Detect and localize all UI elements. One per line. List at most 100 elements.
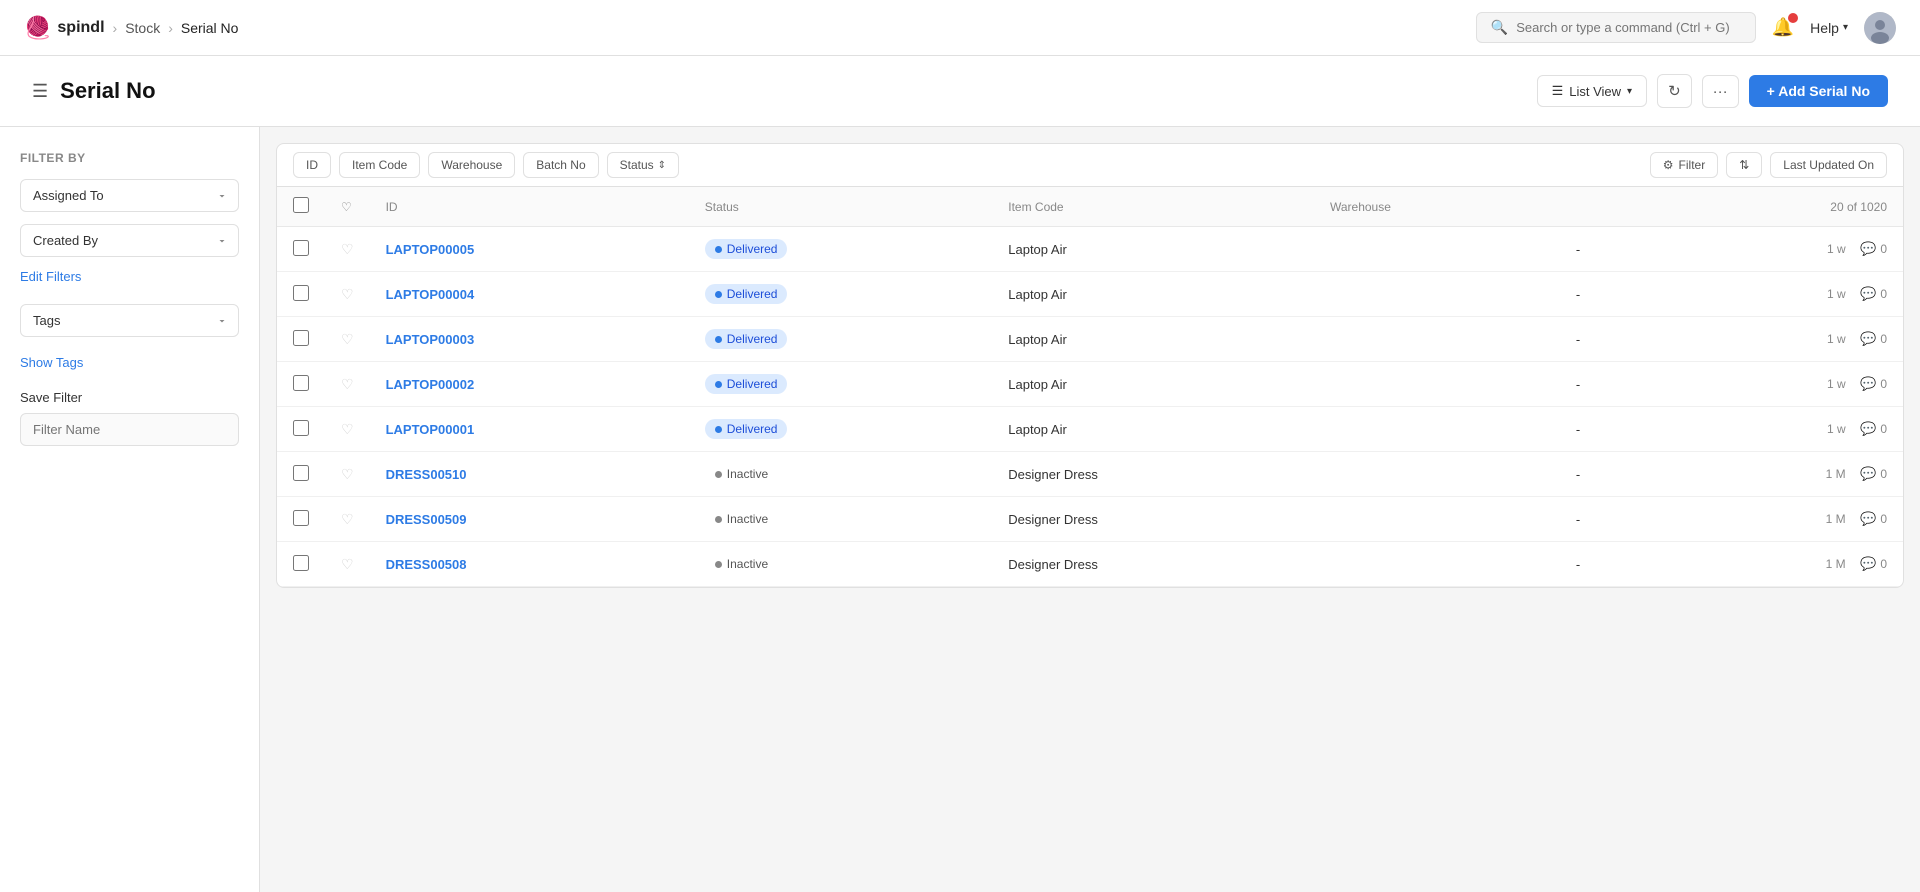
breadcrumb-serial-no: Serial No [181,20,239,36]
row-dash: - [1560,542,1656,587]
logo-icon: 🧶 [24,15,51,41]
status-dot [715,561,722,568]
row-id[interactable]: DRESS00510 [370,452,689,497]
row-comments: 💬 0 [1860,466,1887,482]
header-spacer [1560,187,1656,227]
row-dash: - [1560,407,1656,452]
status-badge: Delivered [705,374,788,394]
filter-name-input[interactable] [20,413,239,446]
count-label: 20 of 1020 [1830,200,1887,214]
avatar[interactable] [1864,12,1896,44]
sort-icon: ⇅ [1739,158,1749,172]
filter-chip-status[interactable]: Status ⇕ [607,152,679,178]
favorite-icon[interactable]: ♡ [341,376,354,392]
filter-chip-item-code[interactable]: Item Code [339,152,420,178]
row-id[interactable]: DRESS00509 [370,497,689,542]
search-box[interactable]: 🔍 [1476,12,1756,43]
filter-chip-warehouse[interactable]: Warehouse [428,152,515,178]
favorite-icon[interactable]: ♡ [341,286,354,302]
row-checkbox[interactable] [293,465,309,481]
row-time: 1 M [1826,512,1846,526]
favorite-icon[interactable]: ♡ [341,331,354,347]
list-view-button[interactable]: ☰ List View ▾ [1537,75,1647,107]
status-badge: Delivered [705,329,788,349]
favorite-icon[interactable]: ♡ [341,511,354,527]
notification-badge [1788,13,1798,23]
bell-container[interactable]: 🔔 [1772,17,1794,38]
list-view-icon: ☰ [1552,83,1564,99]
row-status: Delivered [689,407,992,452]
row-dash: - [1560,272,1656,317]
app-logo[interactable]: 🧶 spindl [24,15,105,41]
row-checkbox[interactable] [293,240,309,256]
more-options-button[interactable]: ··· [1702,75,1739,108]
header-status: Status [689,187,992,227]
table-row: ♡ DRESS00509 Inactive Designer Dress - 1… [277,497,1903,542]
row-fav-cell: ♡ [325,542,370,587]
row-checkbox-cell [277,362,325,407]
filter-chip-batch-no[interactable]: Batch No [523,152,598,178]
filter-button[interactable]: ⚙ Filter [1650,152,1718,178]
row-checkbox[interactable] [293,330,309,346]
row-checkbox-cell [277,497,325,542]
header-item-code: Item Code [992,187,1314,227]
comment-count: 0 [1880,377,1887,391]
comment-count: 0 [1880,467,1887,481]
logo-text: spindl [57,19,104,37]
filter-chip-id[interactable]: ID [293,152,331,178]
row-id[interactable]: LAPTOP00004 [370,272,689,317]
status-badge: Delivered [705,419,788,439]
favorite-icon[interactable]: ♡ [341,421,354,437]
tags-section: Tags Show Tags [20,304,239,370]
row-id[interactable]: LAPTOP00002 [370,362,689,407]
row-id[interactable]: LAPTOP00005 [370,227,689,272]
row-checkbox[interactable] [293,420,309,436]
row-dash: - [1560,452,1656,497]
row-checkbox[interactable] [293,375,309,391]
show-tags-link[interactable]: Show Tags [20,355,239,370]
row-comments: 💬 0 [1860,556,1887,572]
row-warehouse [1314,272,1560,317]
breadcrumb-stock[interactable]: Stock [125,20,160,36]
row-item-code: Laptop Air [992,362,1314,407]
row-warehouse [1314,227,1560,272]
status-badge: Inactive [705,464,778,484]
nav-right: 🔍 🔔 Help ▾ [1476,12,1896,44]
filter-bar: ID Item Code Warehouse Batch No Status ⇕… [277,144,1903,187]
row-checkbox[interactable] [293,285,309,301]
row-fav-cell: ♡ [325,497,370,542]
row-id[interactable]: DRESS00508 [370,542,689,587]
assigned-to-select[interactable]: Assigned To [20,179,239,212]
favorite-icon[interactable]: ♡ [341,556,354,572]
hamburger-icon[interactable]: ☰ [32,81,48,102]
refresh-button[interactable]: ↻ [1657,74,1692,108]
favorite-icon[interactable]: ♡ [341,241,354,257]
help-button[interactable]: Help ▾ [1810,20,1848,36]
top-navigation: 🧶 spindl › Stock › Serial No 🔍 🔔 Help ▾ [0,0,1920,56]
row-status: Delivered [689,362,992,407]
data-table: ♡ ID Status Item Code Warehouse 20 of 10… [277,187,1903,587]
created-by-select[interactable]: Created By [20,224,239,257]
table-row: ♡ DRESS00508 Inactive Designer Dress - 1… [277,542,1903,587]
comment-icon: 💬 [1860,556,1876,572]
row-comments: 💬 0 [1860,286,1887,302]
row-id[interactable]: LAPTOP00001 [370,407,689,452]
add-serial-no-button[interactable]: + Add Serial No [1749,75,1888,107]
list-view-label: List View [1569,84,1621,99]
table-row: ♡ LAPTOP00003 Delivered Laptop Air - 1 w… [277,317,1903,362]
comment-icon: 💬 [1860,241,1876,257]
search-input[interactable] [1516,20,1741,35]
last-updated-button[interactable]: Last Updated On [1770,152,1887,178]
edit-filters-link[interactable]: Edit Filters [20,269,239,284]
row-checkbox[interactable] [293,555,309,571]
favorite-icon[interactable]: ♡ [341,466,354,482]
comment-count: 0 [1880,242,1887,256]
tags-select[interactable]: Tags [20,304,239,337]
status-dot [715,471,722,478]
select-all-checkbox[interactable] [293,197,309,213]
status-dot [715,291,722,298]
row-checkbox[interactable] [293,510,309,526]
comment-icon: 💬 [1860,331,1876,347]
row-id[interactable]: LAPTOP00003 [370,317,689,362]
sort-button[interactable]: ⇅ [1726,152,1762,178]
